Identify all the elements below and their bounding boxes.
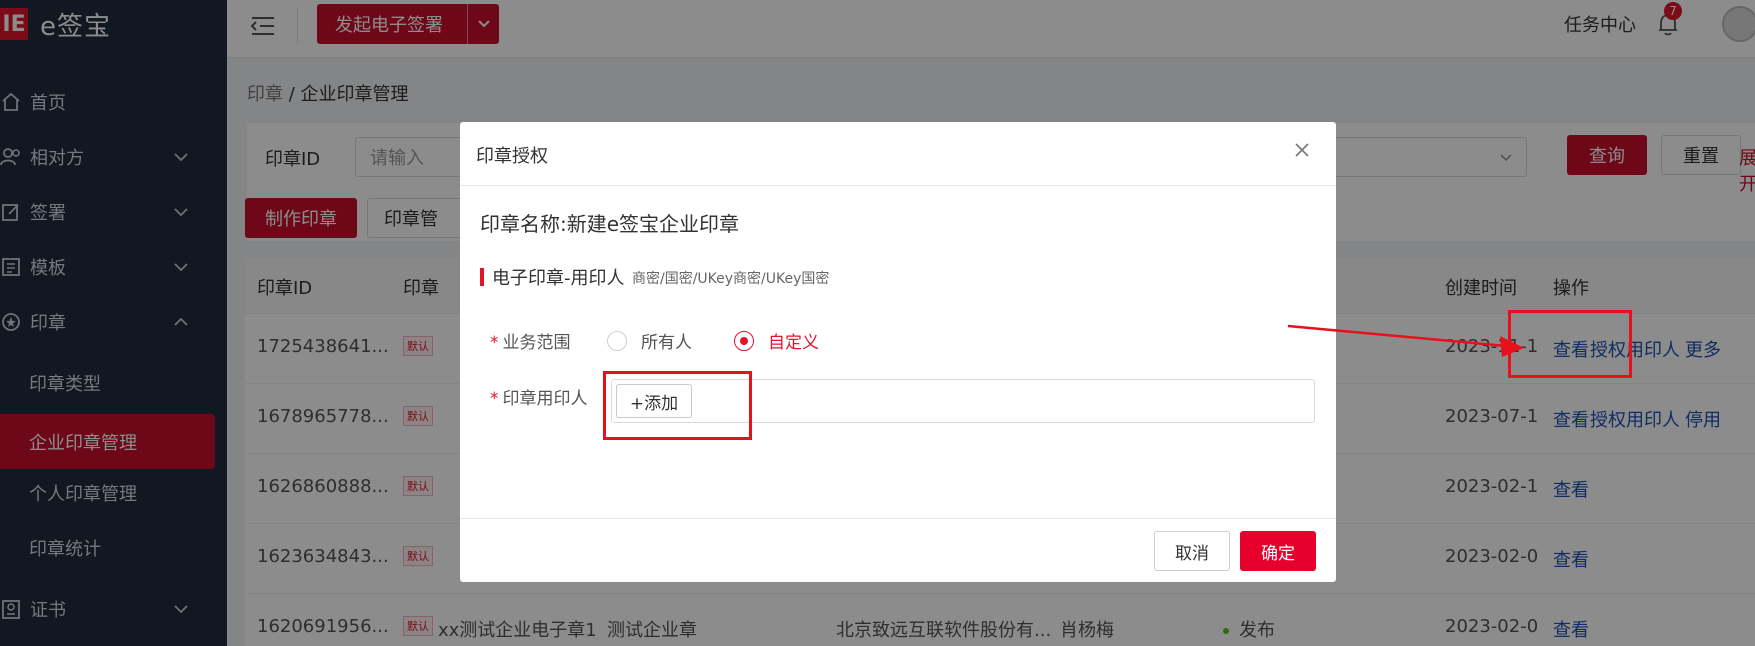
section-title: 电子印章-用印人 xyxy=(492,268,625,289)
radio-circle[interactable] xyxy=(607,330,627,351)
radio-circle-checked[interactable] xyxy=(734,330,754,351)
required-mark: * xyxy=(490,389,499,409)
dialog-header: 印章授权 xyxy=(460,122,1336,186)
cancel-button[interactable]: 取消 xyxy=(1154,531,1230,571)
scope-label-text: 业务范围 xyxy=(502,333,571,353)
scope-label: * 业务范围 xyxy=(490,328,571,353)
section-subtitle: 商密/国密/UKey商密/UKey国密 xyxy=(632,271,830,287)
seal-authorization-dialog: 印章授权 印章名称:新建e签宝企业印章 电子印章-用印人 商密/国密/UKey商… xyxy=(460,122,1336,582)
radio-custom[interactable]: 自定义 xyxy=(734,328,819,353)
dialog-footer: 取消 确定 xyxy=(460,518,1336,582)
seal-name-text: 印章名称:新建e签宝企业印章 xyxy=(480,212,740,236)
annotation-highlight-add xyxy=(603,371,752,440)
radio-label: 所有人 xyxy=(641,333,692,353)
radio-label: 自定义 xyxy=(768,333,819,353)
required-mark: * xyxy=(490,333,499,353)
dialog-title: 印章授权 xyxy=(476,146,548,167)
section-accent-bar xyxy=(480,268,484,286)
close-icon[interactable] xyxy=(1292,140,1312,160)
annotation-highlight-authorize xyxy=(1508,310,1632,378)
radio-all-users[interactable]: 所有人 xyxy=(607,328,692,353)
confirm-button[interactable]: 确定 xyxy=(1240,531,1316,571)
seal-user-label: * 印章用印人 xyxy=(490,384,588,409)
seal-user-label-text: 印章用印人 xyxy=(502,389,588,409)
